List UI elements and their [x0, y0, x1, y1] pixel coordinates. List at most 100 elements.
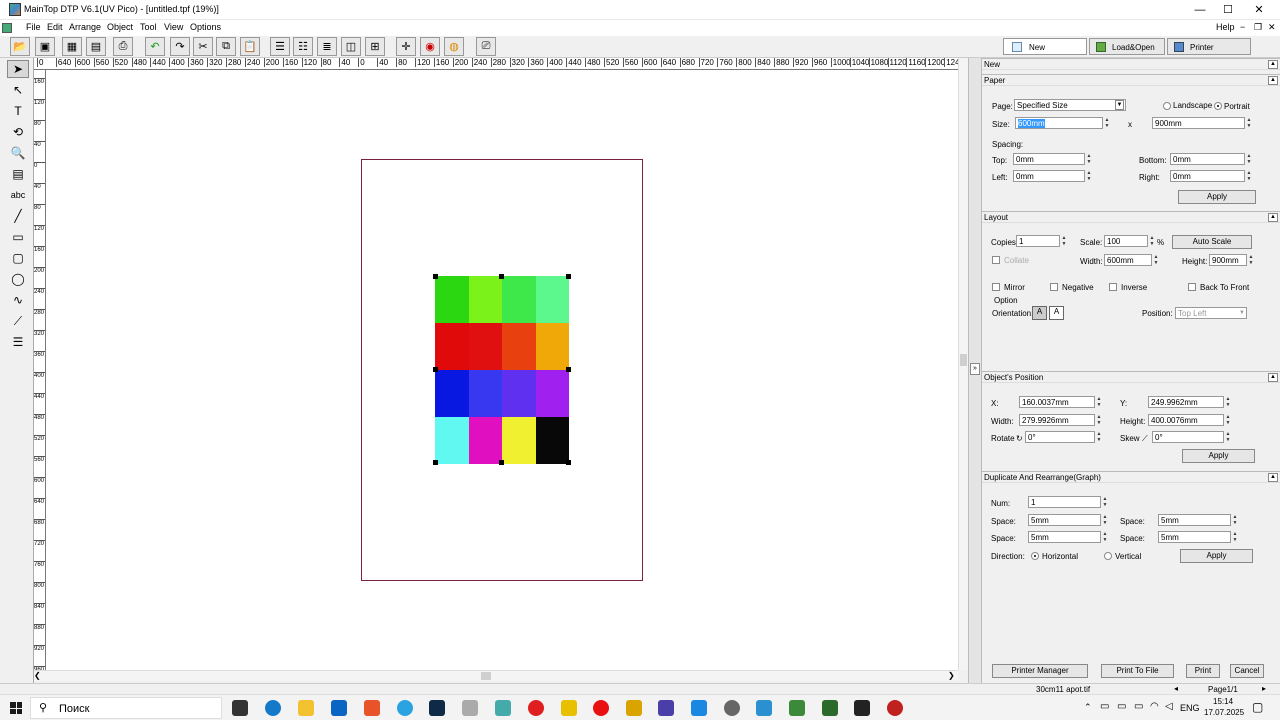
cancel-button[interactable]: Cancel: [1230, 664, 1264, 678]
app-icon-10[interactable]: [887, 700, 903, 716]
distribute-icon[interactable]: ≣: [317, 37, 337, 56]
wifi-icon[interactable]: ◠: [1150, 701, 1159, 712]
ungroup-icon[interactable]: ⊞: [365, 37, 385, 56]
tray-icon[interactable]: ▭: [1100, 701, 1109, 712]
horizontal-radio[interactable]: [1031, 552, 1039, 560]
x-spinner[interactable]: ▲ ▼: [1095, 396, 1103, 408]
node-select-tool-icon[interactable]: ↖: [7, 81, 29, 99]
top-input[interactable]: 0mm: [1013, 153, 1085, 165]
align-icon[interactable]: ☰: [270, 37, 290, 56]
collapse-icon[interactable]: ▲: [1268, 76, 1278, 85]
orientation-normal-icon[interactable]: A: [1032, 306, 1047, 320]
close-button[interactable]: ✕: [1245, 2, 1273, 18]
rotate-input[interactable]: 0°: [1025, 431, 1095, 443]
select-tool-icon[interactable]: ➤: [7, 60, 29, 78]
table-tool-icon[interactable]: ☰: [7, 333, 29, 351]
space-spinner-3[interactable]: ▲ ▼: [1101, 531, 1109, 543]
layout-height-input[interactable]: 900mm: [1209, 254, 1247, 266]
portrait-radio[interactable]: [1214, 102, 1222, 110]
left-spinner[interactable]: ▲ ▼: [1085, 170, 1093, 182]
vertical-scrollbar[interactable]: [958, 58, 968, 670]
open-icon[interactable]: 📂: [10, 37, 30, 56]
task-view-icon[interactable]: [232, 700, 248, 716]
space-input-3[interactable]: 5mm: [1028, 531, 1101, 543]
app-icon-6[interactable]: [691, 700, 707, 716]
abc-text-tool-icon[interactable]: abc: [7, 186, 29, 204]
app-icon-9[interactable]: [854, 700, 870, 716]
menu-object[interactable]: Object: [107, 22, 133, 32]
canvas-area[interactable]: [46, 70, 958, 670]
collapse-panel-icon[interactable]: »: [970, 363, 980, 375]
selection-handle[interactable]: [433, 367, 438, 372]
menu-edit[interactable]: Edit: [47, 22, 63, 32]
rectangle-tool-icon[interactable]: ▭: [7, 228, 29, 246]
opera-icon[interactable]: [593, 700, 609, 716]
skew-input[interactable]: 0°: [1152, 431, 1224, 443]
layout-height-spinner[interactable]: ▲ ▼: [1247, 254, 1255, 266]
file-explorer-icon[interactable]: [298, 700, 314, 716]
skew-spinner[interactable]: ▲ ▼: [1224, 431, 1232, 443]
rotate-tool-icon[interactable]: ⟲: [7, 123, 29, 141]
space-spinner-4[interactable]: ▲ ▼: [1231, 531, 1239, 543]
print-to-file-button[interactable]: Print To File: [1101, 664, 1174, 678]
maintop-taskbar-icon[interactable]: [822, 700, 838, 716]
rotate-spinner[interactable]: ▲ ▼: [1095, 431, 1103, 443]
text-tool-icon[interactable]: T: [7, 102, 29, 120]
right-input[interactable]: 0mm: [1170, 170, 1245, 182]
y-spinner[interactable]: ▲ ▼: [1224, 396, 1232, 408]
size-height-input[interactable]: 900mm: [1152, 117, 1245, 129]
settings-gear-icon[interactable]: [724, 700, 740, 716]
auto-scale-button[interactable]: Auto Scale: [1172, 235, 1252, 249]
photoshop-icon[interactable]: [429, 700, 445, 716]
document-icon[interactable]: [2, 23, 12, 33]
landscape-radio[interactable]: [1163, 102, 1171, 110]
obj-width-spinner[interactable]: ▲ ▼: [1095, 414, 1103, 426]
selection-handle[interactable]: [566, 367, 571, 372]
size-height-spinner[interactable]: ▲ ▼: [1245, 117, 1253, 129]
windows-start-icon[interactable]: [10, 702, 22, 714]
clock-time[interactable]: 15:14: [1213, 697, 1233, 706]
yandex-browser-icon[interactable]: [528, 700, 544, 716]
line-tool-icon[interactable]: ╱: [7, 207, 29, 225]
x-input[interactable]: 160.0037mm: [1019, 396, 1095, 408]
horizontal-scrollbar[interactable]: ❮ ❯: [34, 670, 958, 681]
menu-help[interactable]: Help: [1216, 22, 1235, 32]
menu-file[interactable]: File: [26, 22, 41, 32]
collapse-icon[interactable]: ▲: [1268, 60, 1278, 69]
redo-icon[interactable]: ↷: [170, 37, 190, 56]
menu-tool[interactable]: Tool: [140, 22, 157, 32]
selection-handle[interactable]: [566, 274, 571, 279]
selection-handle[interactable]: [433, 274, 438, 279]
size-width-spinner[interactable]: ▲ ▼: [1103, 117, 1111, 129]
size-width-input[interactable]: 600mm: [1015, 117, 1103, 129]
tray-icon[interactable]: ▭: [1134, 701, 1143, 712]
duplicate-apply-button[interactable]: Apply: [1180, 549, 1253, 563]
scale-spinner[interactable]: ▲ ▼: [1148, 235, 1156, 247]
printer-manager-button[interactable]: Printer Manager: [992, 664, 1088, 678]
print-preview-icon[interactable]: ⎚: [476, 37, 496, 56]
mdi-minimize-button[interactable]: −: [1240, 22, 1245, 32]
copies-input[interactable]: 1: [1016, 235, 1060, 247]
left-input[interactable]: 0mm: [1013, 170, 1085, 182]
vertical-scroll-thumb[interactable]: [960, 354, 967, 366]
mirror-checkbox[interactable]: [992, 283, 1000, 291]
tray-chevron-up-icon[interactable]: ⌃: [1084, 702, 1092, 713]
scroll-right-icon[interactable]: ❯: [948, 671, 955, 680]
volume-icon[interactable]: ◁: [1165, 701, 1173, 712]
position-select[interactable]: Top Left ▼: [1175, 307, 1247, 319]
selection-handle[interactable]: [433, 460, 438, 465]
tray-icon[interactable]: ▭: [1117, 701, 1126, 712]
space-input-2[interactable]: 5mm: [1158, 514, 1231, 526]
color-icon[interactable]: ◉: [420, 37, 440, 56]
space-spinner-2[interactable]: ▲ ▼: [1231, 514, 1239, 526]
clock-date[interactable]: 17.07.2025: [1204, 708, 1244, 717]
back-to-front-checkbox[interactable]: [1188, 283, 1196, 291]
app-icon-1[interactable]: [462, 700, 478, 716]
panel-splitter[interactable]: »: [968, 58, 982, 683]
object-apply-button[interactable]: Apply: [1182, 449, 1255, 463]
load-open-tab[interactable]: Load&Open: [1089, 38, 1165, 55]
collapse-icon[interactable]: ▲: [1268, 373, 1278, 382]
collapse-icon[interactable]: ▲: [1268, 213, 1278, 222]
mdi-restore-button[interactable]: ❐: [1254, 22, 1262, 33]
right-spinner[interactable]: ▲ ▼: [1245, 170, 1253, 182]
